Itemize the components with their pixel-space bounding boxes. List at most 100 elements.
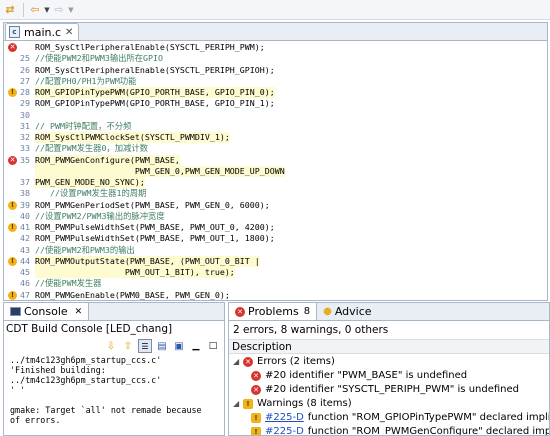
- code-line[interactable]: ! 39 ROM_PWMGenPeriodSet(PWM_BASE, PWM_GEN…: [4, 200, 547, 211]
- c-file-icon: c: [9, 26, 20, 38]
- code-text: ROM_PWMGenPeriodSet(PWM_BASE, PWM_GEN_0,…: [35, 199, 270, 210]
- warning-code-link[interactable]: #225-D: [265, 412, 304, 423]
- line-number: 43: [20, 244, 30, 255]
- open-console-icon[interactable]: ▣: [172, 339, 186, 353]
- problems-summary: 2 errors, 8 warnings, 0 others: [233, 324, 389, 336]
- minimize-icon[interactable]: ▁: [189, 339, 203, 353]
- line-number: 44: [20, 255, 30, 266]
- line-number: 30: [20, 109, 30, 120]
- display-selected-console-icon[interactable]: ▤: [155, 339, 169, 353]
- code-line[interactable]: ! 28 ROM_GPIOPinTypePWM(GPIO_PORTH_BASE, G…: [4, 87, 547, 99]
- collapse-icon[interactable]: ◢: [233, 399, 243, 408]
- line-number: 42: [20, 233, 30, 244]
- tab-label: Advice: [334, 305, 372, 318]
- warning-icon: !: [251, 426, 261, 435]
- collapse-icon[interactable]: ◢: [233, 357, 243, 366]
- code-comment: //设置PWM2/PWM3输出的脉冲宽度: [35, 210, 165, 221]
- close-icon[interactable]: ✕: [65, 27, 73, 38]
- code-line[interactable]: ! 47 ROM_PWMGenEnable(PWM0_BASE, PWM_GEN_0…: [4, 290, 547, 301]
- problem-row[interactable]: ✕ #20 identifier "SYSCTL_PERIPH_PWM" is …: [229, 383, 549, 396]
- code-line[interactable]: 33 //配置PWM发生器0，加减计数: [4, 143, 547, 154]
- scroll-lock-icon[interactable]: ⇩: [104, 339, 118, 353]
- code-line[interactable]: 26 ROM_SysCtlPeripheralEnable(SYSCTL_PERI…: [4, 65, 547, 76]
- code-comment: //使能PWM发生器: [35, 278, 102, 289]
- console-line: gmake: Target `all' not remade because: [10, 405, 202, 415]
- code-comment: //配置PWM发生器0，加减计数: [35, 143, 148, 154]
- code-comment: //配置PH0/PH1为PWM功能: [35, 75, 137, 86]
- console-toolbar: ⇩ ⇧ ☰ ▤ ▣ ▁ □: [4, 338, 224, 354]
- line-number: 41: [20, 222, 30, 232]
- code-comment: //使能PWM2和PWM3的输出: [35, 244, 135, 255]
- column-header-description[interactable]: Description: [229, 339, 549, 354]
- line-number: 29: [20, 98, 30, 109]
- tab-label: main.c: [24, 25, 62, 39]
- problem-description: #20 identifier "SYSCTL_PERIPH_PWM" is un…: [265, 384, 520, 395]
- back-icon[interactable]: ⇦: [29, 2, 41, 18]
- code-line[interactable]: 31 // PWM时钟配置，不分频: [4, 121, 547, 132]
- code-line[interactable]: 27 //配置PH0/PH1为PWM功能: [4, 76, 547, 87]
- code-line[interactable]: 29 ROM_GPIOPinTypePWM(GPIO_PORTH_BASE, GP…: [4, 98, 547, 109]
- code-line[interactable]: PWM_GEN_0,PWM_GEN_MODE_UP_DOWN: [4, 165, 547, 177]
- console-output[interactable]: ../tm4c123gh6pm_startup_ccs.c' 'Finished …: [10, 355, 222, 435]
- code-line[interactable]: ✕ 35 ROM_PWMGenConfigure(PWM_BASE,: [4, 154, 547, 166]
- tab-console[interactable]: Console ✕: [4, 303, 90, 320]
- code-line[interactable]: 25 //使能PWM2和PWM3输出所在GPIO: [4, 53, 547, 64]
- group-label: Errors (2 items): [257, 356, 335, 367]
- code-line[interactable]: 30: [4, 110, 547, 121]
- console-line: ../tm4c123gh6pm_startup_ccs.c': [10, 375, 162, 385]
- code-text: ROM_SysCtlPeripheralEnable(SYSCTL_PERIPH…: [35, 42, 265, 52]
- code-line[interactable]: 40 //设置PWM2/PWM3输出的脉冲宽度: [4, 211, 547, 222]
- warning-code-link[interactable]: #225-D: [265, 426, 304, 435]
- problem-description: #20 identifier "PWM_BASE" is undefined: [265, 370, 468, 381]
- errors-group-row[interactable]: ◢ ✕ Errors (2 items): [229, 355, 549, 368]
- clear-console-icon[interactable]: ☰: [138, 339, 152, 353]
- error-marker-icon[interactable]: ✕: [8, 43, 17, 52]
- warning-icon: !: [243, 398, 253, 409]
- problem-description: function "ROM_GPIOPinTypePWM" declared i…: [307, 412, 550, 423]
- code-line[interactable]: ! 41 ROM_PWMPulseWidthSet(PWM_BASE, PWM_OU…: [4, 222, 547, 233]
- code-line[interactable]: 43 //使能PWM2和PWM3的输出: [4, 245, 547, 256]
- tab-main-c[interactable]: c main.c ✕: [5, 23, 80, 40]
- code-line[interactable]: 42 ROM_PWMPulseWidthSet(PWM_BASE, PWM_OUT…: [4, 233, 547, 244]
- code-text: ROM_PWMGenConfigure(PWM_BASE,: [35, 154, 180, 166]
- warnings-group-row[interactable]: ◢ ! Warnings (8 items): [229, 397, 549, 410]
- line-number: 47: [20, 289, 30, 300]
- run-status-icon[interactable]: ⇄: [2, 2, 18, 18]
- console-view: Console ✕ CDT Build Console [LED_chang] …: [3, 302, 225, 436]
- console-tabbar: Console ✕: [4, 303, 224, 321]
- line-number: 26: [20, 64, 30, 75]
- code-line[interactable]: ! 44 ROM_PWMOutputState(PWM_BASE, (PWM_OUT…: [4, 255, 547, 267]
- forward-dropdown-icon[interactable]: ▼: [67, 2, 75, 18]
- pin-icon[interactable]: ⇧: [121, 339, 135, 353]
- code-area[interactable]: ✕ ROM_SysCtlPeripheralEnable(SYSCTL_PERIP…: [4, 42, 547, 300]
- maximize-icon[interactable]: □: [206, 339, 220, 353]
- tab-problems[interactable]: ✕ Problems 8: [229, 303, 318, 320]
- line-number: 46: [20, 278, 30, 289]
- problem-row[interactable]: ✕ #20 identifier "PWM_BASE" is undefined: [229, 369, 549, 382]
- code-text: ROM_GPIOPinTypePWM(GPIO_PORTH_BASE, GPIO…: [35, 87, 275, 99]
- code-line[interactable]: 46 //使能PWM发生器: [4, 278, 547, 289]
- tab-label: Console: [24, 305, 68, 318]
- back-dropdown-icon[interactable]: ▼: [43, 2, 51, 18]
- line-number: 39: [20, 199, 30, 210]
- code-line[interactable]: 45 PWM_OUT_1_BIT), true);: [4, 267, 547, 279]
- code-comment: //设置PWM发生器1的周期: [35, 188, 147, 199]
- code-line[interactable]: ✕ ROM_SysCtlPeripheralEnable(SYSCTL_PERIP…: [4, 42, 547, 53]
- tab-advice[interactable]: ● Advice: [317, 303, 377, 320]
- code-text: PWM_GEN_0,PWM_GEN_MODE_UP_DOWN: [35, 165, 285, 177]
- code-line[interactable]: 37 PWM_GEN_MODE_NO_SYNC);: [4, 177, 547, 189]
- line-number: 35: [20, 154, 30, 165]
- code-text: ROM_SysCtlPWMClockSet(SYSCTL_PWMDIV_1);: [35, 132, 230, 144]
- editor-tabbar: c main.c ✕: [4, 23, 547, 41]
- problem-row[interactable]: ! #225-D function "ROM_PWMGenConfigure" …: [229, 425, 549, 435]
- code-line[interactable]: 32 ROM_SysCtlPWMClockSet(SYSCTL_PWMDIV_1)…: [4, 132, 547, 144]
- toolbar-separator: [23, 2, 24, 17]
- close-icon[interactable]: ✕: [75, 307, 83, 317]
- line-number: 40: [20, 210, 30, 221]
- forward-icon[interactable]: ⇨: [53, 2, 65, 18]
- code-editor: c main.c ✕ ✕ ROM_SysCtlPeripheralEnable(S…: [3, 22, 548, 301]
- code-text: ROM_PWMOutputState(PWM_BASE, (PWM_OUT_0_…: [35, 255, 260, 267]
- code-line[interactable]: 38 //设置PWM发生器1的周期: [4, 188, 547, 199]
- problem-row[interactable]: ! #225-D function "ROM_GPIOPinTypePWM" d…: [229, 411, 550, 424]
